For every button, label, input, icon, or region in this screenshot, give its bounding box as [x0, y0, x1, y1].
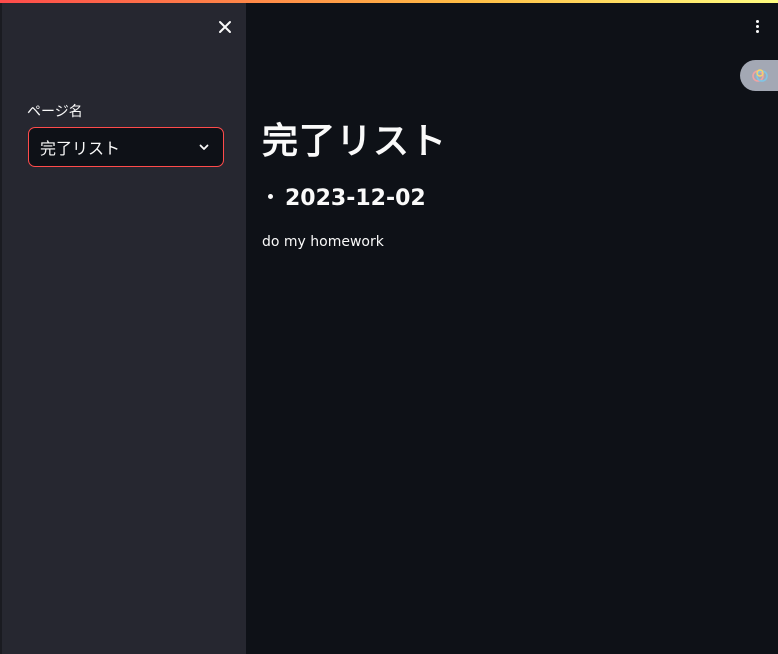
kebab-menu-icon: [755, 19, 759, 23]
chevron-down-icon: [197, 140, 211, 154]
main-menu-button[interactable]: [750, 15, 764, 37]
close-icon: [219, 21, 231, 33]
main-content: 完了リスト 2023-12-02 do my homework: [246, 0, 778, 654]
top-decoration-stripe: [0, 0, 778, 3]
page-select[interactable]: 完了リスト: [28, 127, 224, 167]
bullet-icon: [268, 193, 273, 199]
entry-date-heading: 2023-12-02: [268, 186, 426, 211]
app-container: ページ名 完了リスト 完了リスト 2023-12-02 do my homewo…: [0, 0, 778, 654]
page-select-label: ページ名: [27, 104, 83, 120]
entry-date: 2023-12-02: [285, 186, 426, 211]
close-sidebar-button[interactable]: [214, 16, 236, 38]
page-title: 完了リスト: [262, 121, 448, 162]
page-select-value: 完了リスト: [40, 139, 121, 158]
entry-task: do my homework: [262, 234, 384, 250]
sidebar: ページ名 完了リスト: [0, 0, 246, 654]
running-status-icon: [752, 68, 768, 82]
running-status-widget[interactable]: [740, 60, 778, 91]
